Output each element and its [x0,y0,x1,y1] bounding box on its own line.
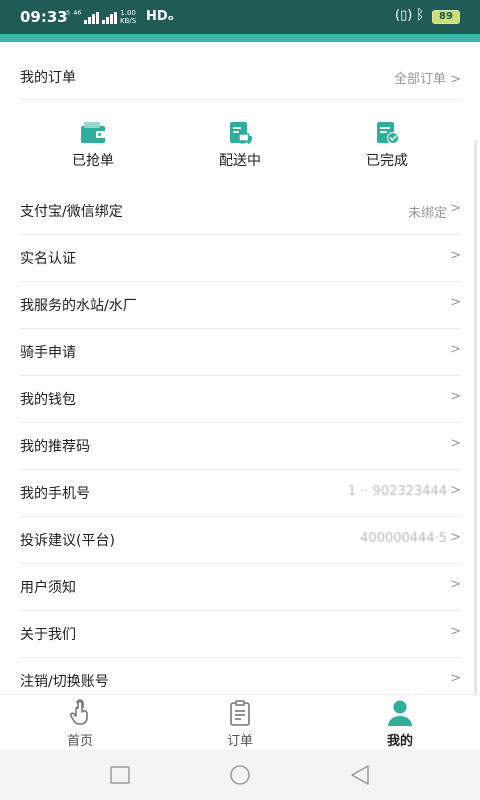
all-orders-link[interactable]: 全部订单 > [394,68,461,87]
chevron-right-icon: > [450,248,461,263]
menu-item-label: 实名认证 [20,251,76,267]
tab-home[interactable]: 首页 [20,699,140,749]
chevron-right-icon: > [450,530,461,545]
person-icon [388,700,412,726]
chevron-right-icon: > [450,483,461,498]
menu-item-about-us[interactable]: 关于我们 > [20,611,461,658]
order-status-delivering[interactable]: 配送中 [180,120,300,170]
chevron-right-icon: > [450,295,461,310]
menu-item-label: 我的钱包 [20,392,76,408]
clipboard-icon [230,700,250,726]
menu-item-wallet[interactable]: 我的钱包 > [20,376,461,423]
chevron-right-icon: > [450,436,461,451]
delivery-truck-icon [230,122,252,144]
menu-item-label: 用户须知 [20,580,76,596]
network-speed: 1.00 KB/S [120,9,136,25]
chevron-right-icon: > [450,201,461,216]
network-type: ⁵ ⁴⁶ [66,10,82,21]
menu-item-rider-application[interactable]: 骑手申请 > [20,329,461,376]
menu-item-label: 支付宝/微信绑定 [20,204,123,220]
menu-item-label: 骑手申请 [20,345,76,361]
order-status-label: 已抢单 [72,153,114,169]
order-status-label: 已完成 [366,153,408,169]
hotline-value: 400000444·5 [360,531,447,546]
menu-item-label: 我的手机号 [20,486,90,502]
menu-item-payment-binding[interactable]: 支付宝/微信绑定 未绑定 > [20,188,461,235]
phone-number-value: 1 ·· 902323444 [347,484,447,499]
tab-label: 首页 [66,734,93,749]
home-icon[interactable] [228,763,252,787]
menu-item-complaints[interactable]: 投诉建议(平台) 400000444·5 > [20,517,461,564]
chevron-right-icon: > [450,624,461,639]
system-navigation-bar [0,750,480,800]
menu-item-service-station[interactable]: 我服务的水站/水厂 > [20,282,461,329]
tab-label: 我的 [386,734,413,749]
order-status-grabbed[interactable]: 已抢单 [33,120,153,170]
menu-item-user-notice[interactable]: 用户须知 > [20,564,461,611]
speed-value: 1.00 [120,9,136,17]
header-accent-strip [0,34,480,42]
my-orders-title: 我的订单 [20,70,76,86]
tab-orders[interactable]: 订单 [180,699,300,749]
menu-item-label: 注销/切换账号 [20,674,109,690]
tab-label: 订单 [226,734,253,749]
my-orders-header[interactable]: 我的订单 全部订单 > [20,52,461,100]
hd-indicator: HDₒ [146,9,175,24]
battery-icon: 89 [432,10,460,24]
bluetooth-icon: ᛒ [416,7,425,23]
menu-item-referral-code[interactable]: 我的推荐码 > [20,423,461,470]
menu-item-label: 我服务的水站/水厂 [20,298,137,314]
menu-item-label: 关于我们 [20,627,76,643]
vibrate-icon: (▯) [395,8,413,23]
chevron-right-icon: > [450,342,461,357]
scrollbar[interactable] [474,140,477,700]
status-time: 09:33 [20,8,68,26]
order-status-label: 配送中 [219,153,261,169]
chevron-right-icon: > [450,389,461,404]
signal-icon [84,12,100,24]
menu-item-phone-number[interactable]: 我的手机号 1 ·· 902323444 > [20,470,461,517]
menu-item-real-name-auth[interactable]: 实名认证 > [20,235,461,282]
chevron-right-icon: > [450,671,461,686]
bottom-tab-bar: 首页 订单 我的 [0,694,480,750]
chevron-right-icon: > [450,577,461,592]
menu-item-label: 我的推荐码 [20,439,90,455]
wallet-icon [81,122,105,143]
back-icon[interactable] [348,763,372,787]
tab-mine[interactable]: 我的 [340,699,460,749]
status-bar: 09:33 ⁵ ⁴⁶ 1.00 KB/S HDₒ (▯) ᛒ 89 [0,0,480,34]
speed-unit: KB/S [120,17,137,25]
order-status-completed[interactable]: 已完成 [327,120,447,170]
binding-status: 未绑定 [407,206,447,221]
recent-apps-icon[interactable] [108,763,132,787]
hand-tap-icon [69,699,88,725]
completed-check-icon [377,122,399,144]
signal-icon-2 [102,12,118,24]
menu-item-label: 投诉建议(平台) [20,533,115,549]
